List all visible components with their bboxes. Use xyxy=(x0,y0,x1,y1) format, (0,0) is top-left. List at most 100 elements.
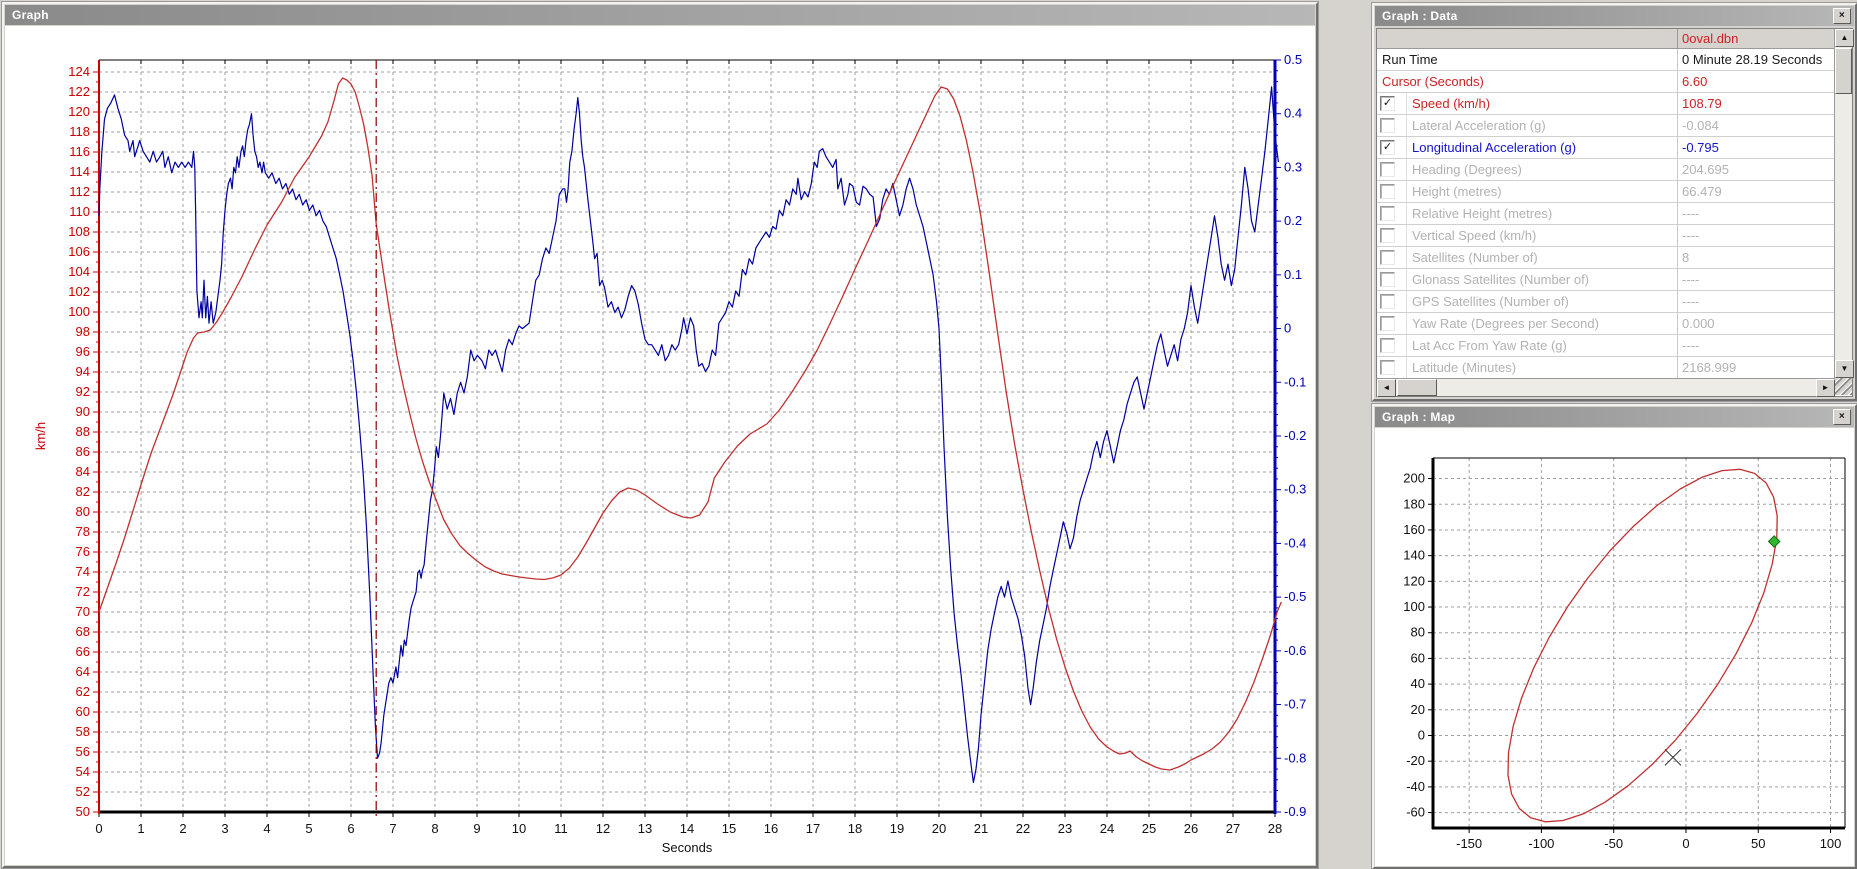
map-title: Graph : Map xyxy=(1382,410,1455,424)
svg-text:108: 108 xyxy=(68,224,90,239)
svg-text:-0.4: -0.4 xyxy=(1284,535,1306,550)
row-checkbox[interactable] xyxy=(1380,294,1395,309)
data-close-button[interactable]: × xyxy=(1833,8,1851,24)
svg-text:122: 122 xyxy=(68,84,90,99)
row-value: 0 Minute 28.19 Seconds xyxy=(1677,49,1834,70)
svg-text:1: 1 xyxy=(137,821,144,836)
checkbox-cell xyxy=(1377,247,1407,268)
svg-text:76: 76 xyxy=(76,544,90,559)
horizontal-scroll-thumb[interactable] xyxy=(1397,379,1437,396)
scroll-right-button[interactable]: ► xyxy=(1816,379,1835,397)
svg-text:140: 140 xyxy=(1403,548,1425,563)
table-row[interactable]: ✓Longitudinal Acceleration (g)-0.795 xyxy=(1377,137,1834,159)
row-checkbox[interactable] xyxy=(1380,184,1395,199)
svg-text:64: 64 xyxy=(76,664,90,679)
svg-text:40: 40 xyxy=(1411,676,1425,691)
row-label: Lateral Acceleration (g) xyxy=(1407,118,1677,133)
horizontal-scrollbar[interactable]: ◄ ► xyxy=(1377,378,1835,396)
svg-text:18: 18 xyxy=(848,821,862,836)
row-checkbox[interactable] xyxy=(1380,272,1395,287)
map-close-button[interactable]: × xyxy=(1833,409,1851,425)
row-value: ---- xyxy=(1677,225,1834,246)
table-row[interactable]: Glonass Satellites (Number of)---- xyxy=(1377,269,1834,291)
svg-text:104: 104 xyxy=(68,264,90,279)
svg-text:50: 50 xyxy=(1751,836,1765,851)
table-row[interactable]: Cursor (Seconds)6.60 xyxy=(1377,71,1834,93)
table-row[interactable]: Heading (Degrees)204.695 xyxy=(1377,159,1834,181)
table-row[interactable]: Lateral Acceleration (g)-0.084 xyxy=(1377,115,1834,137)
row-checkbox[interactable] xyxy=(1380,360,1395,375)
svg-text:100: 100 xyxy=(68,304,90,319)
resize-grip[interactable] xyxy=(1835,378,1852,395)
row-checkbox[interactable] xyxy=(1380,338,1395,353)
table-row[interactable]: Lat Acc From Yaw Rate (g)---- xyxy=(1377,335,1834,357)
data-rows: Run Time0 Minute 28.19 SecondsCursor (Se… xyxy=(1377,49,1834,378)
graph-titlebar[interactable]: Graph xyxy=(5,5,1315,25)
row-checkbox[interactable] xyxy=(1380,250,1395,265)
table-row[interactable]: Yaw Rate (Degrees per Second)0.000 xyxy=(1377,313,1834,335)
scroll-track[interactable] xyxy=(1835,94,1852,360)
svg-text:-0.7: -0.7 xyxy=(1284,697,1306,712)
svg-text:86: 86 xyxy=(76,444,90,459)
row-checkbox[interactable] xyxy=(1380,316,1395,331)
row-checkbox[interactable] xyxy=(1380,118,1395,133)
table-row[interactable]: Satellites (Number of)8 xyxy=(1377,247,1834,269)
vertical-scroll-thumb[interactable] xyxy=(1835,48,1852,94)
scroll-up-button[interactable]: ▲ xyxy=(1835,29,1854,47)
row-value: -0.795 xyxy=(1677,137,1834,158)
track-map-chart[interactable]: -60-40-20020406080100120140160180200-150… xyxy=(1375,428,1852,864)
table-row[interactable]: Vertical Speed (km/h)---- xyxy=(1377,225,1834,247)
checkbox-cell xyxy=(1377,203,1407,224)
row-label: Lat Acc From Yaw Rate (g) xyxy=(1407,338,1677,353)
svg-text:96: 96 xyxy=(76,344,90,359)
graph-title: Graph xyxy=(12,8,49,22)
speed-accel-chart[interactable]: 0123456789101112131415161718192021222324… xyxy=(5,26,1311,862)
svg-text:10: 10 xyxy=(512,821,526,836)
scroll-down-button[interactable]: ▼ xyxy=(1835,360,1854,378)
svg-text:25: 25 xyxy=(1142,821,1156,836)
table-row[interactable]: ✓Speed (km/h)108.79 xyxy=(1377,93,1834,115)
svg-text:13: 13 xyxy=(638,821,652,836)
right-arrow-icon: ► xyxy=(1822,383,1830,392)
table-row[interactable]: Run Time0 Minute 28.19 Seconds xyxy=(1377,49,1834,71)
checkbox-cell xyxy=(1377,115,1407,136)
svg-text:74: 74 xyxy=(76,564,90,579)
svg-text:0: 0 xyxy=(1284,321,1291,336)
svg-text:8: 8 xyxy=(431,821,438,836)
table-row[interactable]: Height (metres)66.479 xyxy=(1377,181,1834,203)
cursor-position-diamond-icon xyxy=(1769,536,1780,547)
row-checkbox[interactable] xyxy=(1380,162,1395,177)
svg-text:116: 116 xyxy=(69,144,90,159)
svg-text:78: 78 xyxy=(76,524,90,539)
svg-text:60: 60 xyxy=(76,704,90,719)
scroll-track[interactable] xyxy=(1437,379,1816,396)
row-value: ---- xyxy=(1677,335,1834,356)
svg-text:0: 0 xyxy=(1418,728,1425,743)
row-label: Cursor (Seconds) xyxy=(1377,74,1677,89)
svg-text:16: 16 xyxy=(764,821,778,836)
table-row[interactable]: Latitude (Minutes)2168.999 xyxy=(1377,357,1834,378)
vertical-scrollbar[interactable]: ▲ ▼ xyxy=(1834,29,1852,378)
svg-text:0: 0 xyxy=(95,821,102,836)
row-checkbox[interactable]: ✓ xyxy=(1380,96,1395,111)
svg-text:98: 98 xyxy=(76,324,90,339)
close-icon: × xyxy=(1839,411,1845,422)
svg-text:2: 2 xyxy=(179,821,186,836)
grid-header: 0oval.dbn xyxy=(1377,29,1834,49)
data-titlebar[interactable]: Graph : Data × xyxy=(1375,6,1854,26)
svg-text:52: 52 xyxy=(76,784,90,799)
row-checkbox[interactable]: ✓ xyxy=(1380,140,1395,155)
svg-text:92: 92 xyxy=(76,384,90,399)
svg-text:23: 23 xyxy=(1058,821,1072,836)
row-label: Yaw Rate (Degrees per Second) xyxy=(1407,316,1677,331)
scroll-left-button[interactable]: ◄ xyxy=(1377,379,1396,397)
row-checkbox[interactable] xyxy=(1380,206,1395,221)
row-value: 6.60 xyxy=(1677,71,1834,92)
svg-text:80: 80 xyxy=(1411,625,1425,640)
table-row[interactable]: GPS Satellites (Number of)---- xyxy=(1377,291,1834,313)
svg-text:0.3: 0.3 xyxy=(1284,159,1302,174)
table-row[interactable]: Relative Height (metres)---- xyxy=(1377,203,1834,225)
map-titlebar[interactable]: Graph : Map × xyxy=(1375,407,1854,427)
row-checkbox[interactable] xyxy=(1380,228,1395,243)
svg-text:28: 28 xyxy=(1268,821,1282,836)
